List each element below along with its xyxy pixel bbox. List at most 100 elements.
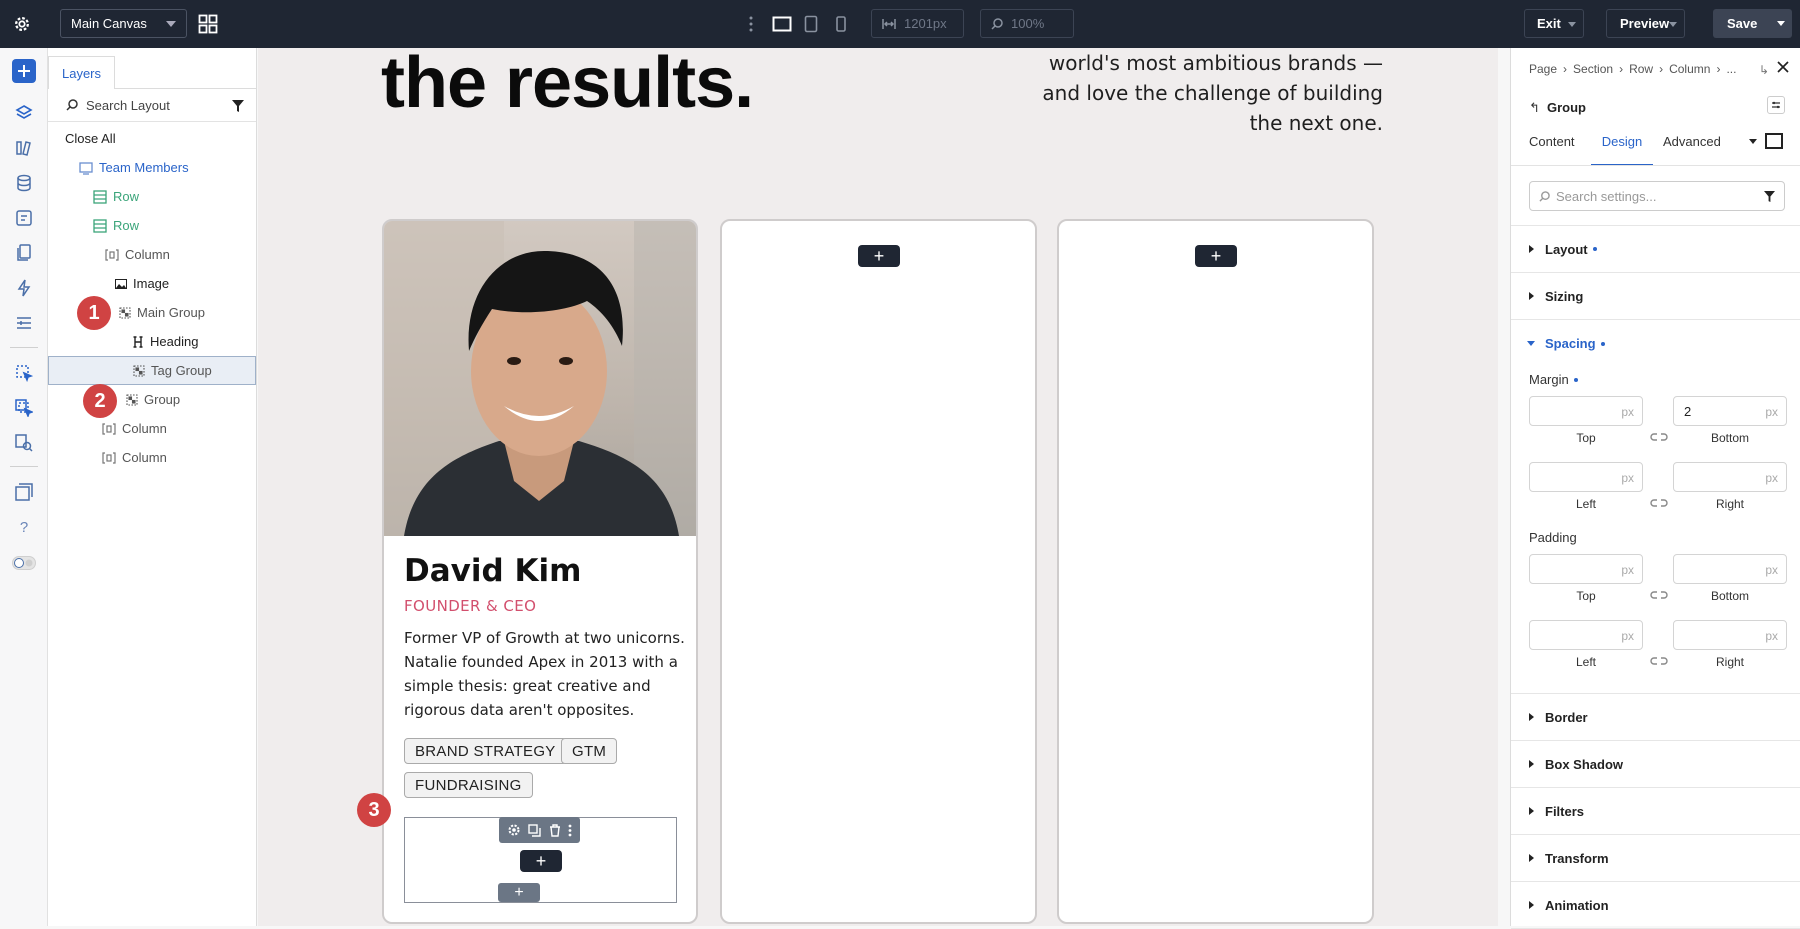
- caret-down-icon: [1527, 341, 1535, 346]
- settings-search-input[interactable]: Search settings...: [1556, 189, 1656, 204]
- gear-icon[interactable]: [10, 12, 34, 36]
- database-icon[interactable]: [12, 171, 36, 195]
- phone-icon[interactable]: [829, 12, 853, 36]
- filter-icon[interactable]: [1764, 191, 1775, 202]
- save-button[interactable]: Save: [1713, 9, 1792, 38]
- settings-search[interactable]: Search settings...: [1529, 181, 1785, 211]
- add-module-button[interactable]: +: [1195, 245, 1237, 267]
- zoom-readout[interactable]: 100%: [980, 9, 1074, 38]
- margin-top-input[interactable]: px: [1529, 396, 1643, 426]
- lightning-icon[interactable]: [12, 276, 36, 300]
- layers-search-input[interactable]: Search Layout: [86, 98, 170, 113]
- bio-line: Former VP of Growth at two unicorns.: [404, 629, 685, 647]
- add-row-button[interactable]: +: [498, 883, 540, 902]
- tab-content[interactable]: Content: [1529, 134, 1575, 149]
- layer-column[interactable]: Column: [48, 414, 256, 443]
- gear-icon[interactable]: [507, 823, 521, 837]
- layer-row[interactable]: Row: [48, 211, 256, 240]
- find-replace-icon[interactable]: [12, 431, 36, 455]
- select-cursor-icon[interactable]: [12, 361, 36, 385]
- layers-icon[interactable]: [12, 101, 36, 125]
- breadcrumb-separator: ›: [1659, 62, 1664, 76]
- multi-select-icon[interactable]: [12, 396, 36, 420]
- close-icon[interactable]: [1777, 61, 1789, 73]
- link-icon[interactable]: [1650, 497, 1668, 509]
- section-sizing[interactable]: Sizing: [1511, 273, 1800, 320]
- chevron-down-icon[interactable]: [1749, 139, 1757, 144]
- team-card[interactable]: David Kim FOUNDER & CEO Former VP of Gro…: [382, 219, 698, 924]
- layer-column[interactable]: Column: [48, 443, 256, 472]
- padding-top-input[interactable]: px: [1529, 554, 1643, 584]
- section-filters[interactable]: Filters: [1511, 788, 1800, 835]
- section-spacing[interactable]: Spacing: [1511, 320, 1800, 367]
- filter-icon[interactable]: [232, 100, 244, 112]
- grid-view-icon[interactable]: [196, 12, 220, 36]
- layer-heading[interactable]: Heading: [48, 327, 256, 356]
- layer-tag-group[interactable]: Tag Group: [48, 356, 256, 385]
- section-box-shadow[interactable]: Box Shadow: [1511, 741, 1800, 788]
- margin-right-input[interactable]: px: [1673, 462, 1787, 492]
- section-layout[interactable]: Layout: [1511, 226, 1800, 273]
- dock-icon[interactable]: ↳: [1759, 63, 1769, 77]
- layer-group[interactable]: Group: [48, 385, 256, 414]
- trash-icon[interactable]: [549, 823, 561, 837]
- breadcrumb-item[interactable]: Page: [1529, 62, 1557, 76]
- view-toggle-icon[interactable]: [1765, 133, 1783, 149]
- zoom-icon: [991, 17, 1003, 30]
- layer-image[interactable]: Image: [48, 269, 256, 298]
- tab-design[interactable]: Design: [1591, 134, 1653, 166]
- tab-advanced[interactable]: Advanced: [1663, 134, 1721, 149]
- add-module-button[interactable]: +: [858, 245, 900, 267]
- breadcrumb-item[interactable]: ...: [1726, 62, 1736, 76]
- duplicate-icon[interactable]: [528, 823, 541, 837]
- canvas-select[interactable]: Main Canvas: [60, 9, 187, 38]
- padding-left-input[interactable]: px: [1529, 620, 1643, 650]
- toggle-icon[interactable]: [12, 551, 36, 575]
- empty-column-card[interactable]: +: [720, 219, 1037, 924]
- layer-row[interactable]: Row: [48, 182, 256, 211]
- close-all-button[interactable]: Close All: [48, 124, 256, 153]
- preview-label: Preview: [1620, 16, 1670, 31]
- back-icon[interactable]: ↰: [1529, 100, 1540, 116]
- section-border[interactable]: Border: [1511, 694, 1800, 741]
- empty-group[interactable]: + +: [404, 817, 677, 903]
- breadcrumb-item[interactable]: Section: [1573, 62, 1613, 76]
- width-readout[interactable]: 1201px: [871, 9, 964, 38]
- section-animation[interactable]: Animation: [1511, 882, 1800, 929]
- padding-bottom-input[interactable]: px: [1673, 554, 1787, 584]
- portrait-image[interactable]: [384, 221, 696, 536]
- padding-right-input[interactable]: px: [1673, 620, 1787, 650]
- section-transform[interactable]: Transform: [1511, 835, 1800, 882]
- layers-search[interactable]: Search Layout: [48, 89, 256, 122]
- preview-button[interactable]: Preview: [1606, 9, 1685, 38]
- builder-canvas[interactable]: the results. world's most ambitious bran…: [258, 48, 1498, 926]
- tab-layers[interactable]: Layers: [48, 56, 115, 89]
- more-vertical-icon[interactable]: [568, 824, 572, 837]
- link-icon[interactable]: [1650, 655, 1668, 667]
- empty-column-card[interactable]: +: [1057, 219, 1374, 924]
- field-unit: px: [1621, 471, 1634, 485]
- exit-button[interactable]: Exit: [1524, 9, 1584, 38]
- link-icon[interactable]: [1650, 431, 1668, 443]
- margin-left-input[interactable]: px: [1529, 462, 1643, 492]
- template-icon[interactable]: [12, 206, 36, 230]
- breadcrumb-item[interactable]: Row: [1629, 62, 1653, 76]
- portability-icon[interactable]: [12, 480, 36, 504]
- section-label: Border: [1545, 709, 1588, 725]
- add-module-button[interactable]: +: [520, 850, 562, 872]
- presets-icon[interactable]: [1767, 96, 1785, 114]
- breadcrumb-item[interactable]: Column: [1669, 62, 1710, 76]
- caret-right-icon: [1529, 901, 1534, 909]
- link-icon[interactable]: [1650, 589, 1668, 601]
- layer-column[interactable]: Column: [48, 240, 256, 269]
- design-library-icon[interactable]: [12, 136, 36, 160]
- pages-icon[interactable]: [12, 241, 36, 265]
- help-icon[interactable]: ?: [12, 515, 36, 539]
- tablet-icon[interactable]: [799, 12, 823, 36]
- add-icon[interactable]: [12, 59, 36, 83]
- list-settings-icon[interactable]: [12, 311, 36, 335]
- margin-bottom-input[interactable]: 2 px: [1673, 396, 1787, 426]
- desktop-icon[interactable]: [770, 12, 794, 36]
- layer-team-members[interactable]: Team Members: [48, 153, 256, 182]
- more-vertical-icon[interactable]: [746, 14, 756, 34]
